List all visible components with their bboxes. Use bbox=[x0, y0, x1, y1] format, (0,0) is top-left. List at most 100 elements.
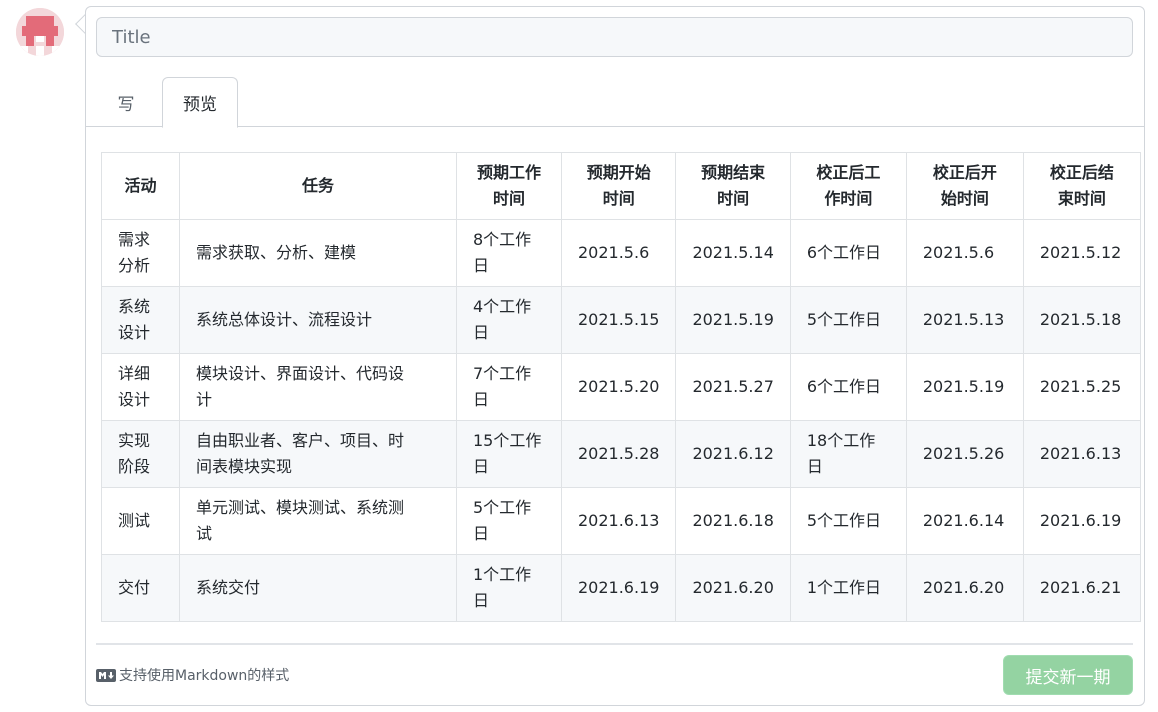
cell-text: 2021.5.25 bbox=[1039, 377, 1122, 396]
cell-corrected-duration: 5个工作日 bbox=[789, 286, 907, 354]
cell-text: 2021.6.20 bbox=[692, 578, 774, 597]
schedule-table: 活动 任务 预期工作时间 预期开始时间 预期结束 时间 校正后工 作时间 校正后开始… bbox=[101, 152, 1141, 622]
table-row: 需求 分析 需求获取、分析、建模 8个工作日 2021.5.6 2021.5.14 6个工作… bbox=[101, 219, 1141, 287]
cell-text: 系统 bbox=[118, 297, 151, 316]
cell-text: 2021.5.14 bbox=[692, 243, 774, 262]
cell-task: 自由职业者、客户、项目、时 间表模块实现 bbox=[179, 420, 457, 488]
cell-task: 系统总体设计、流程设计 bbox=[179, 286, 457, 354]
header-text: 作时间 bbox=[824, 189, 873, 208]
cell-text: 6个工作日 bbox=[806, 377, 882, 396]
cell-text: 2021.6.20 bbox=[922, 578, 1005, 597]
avatar[interactable] bbox=[16, 8, 64, 56]
cell-text: 间表模块实现 bbox=[196, 457, 293, 476]
cell-expected-duration: 8个工作日 bbox=[456, 219, 562, 287]
footer-divider bbox=[96, 643, 1133, 645]
cell-text: 2021.6.19 bbox=[1039, 511, 1122, 530]
cell-text: 2021.6.19 bbox=[578, 578, 660, 597]
cell-activity: 交付 bbox=[101, 554, 180, 622]
cell-text: 系统交付 bbox=[196, 578, 261, 597]
cell-expected-start: 2021.6.13 bbox=[560, 487, 677, 555]
cell-text: 设计 bbox=[118, 323, 151, 342]
cell-text: 日 bbox=[473, 390, 490, 409]
tab-preview[interactable]: 预览 bbox=[162, 77, 238, 128]
markdown-icon bbox=[96, 668, 116, 682]
cell-text: 2021.5.28 bbox=[578, 444, 660, 463]
cell-text: 计 bbox=[196, 390, 213, 409]
cell-expected-duration: 4个工作日 bbox=[456, 286, 562, 354]
header-text: 预期工作 bbox=[476, 163, 541, 182]
cell-text: 2021.6.12 bbox=[692, 444, 774, 463]
column-header-expected-end: 预期结束 时间 bbox=[675, 152, 791, 220]
cell-corrected-duration: 1个工作日 bbox=[789, 554, 907, 622]
cell-text: 单元测试、模块测试、系统测 bbox=[196, 498, 405, 517]
cell-text: 日 bbox=[473, 524, 490, 543]
cell-expected-duration: 7个工作日 bbox=[456, 353, 562, 421]
cell-task: 系统交付 bbox=[179, 554, 457, 622]
table-row: 交付 系统交付 1个工作日 2021.6.19 2021.6.20 1个工作日 2021.6… bbox=[101, 554, 1141, 622]
cell-text: 7个工作 bbox=[473, 364, 532, 383]
header-text: 预期开始 bbox=[586, 163, 651, 182]
cell-corrected-end: 2021.5.25 bbox=[1022, 353, 1141, 421]
cell-activity: 实现 阶段 bbox=[101, 420, 180, 488]
cell-text: 4个工作 bbox=[473, 297, 532, 316]
column-header-corrected-duration: 校正后工 作时间 bbox=[789, 152, 907, 220]
cell-activity: 详细 设计 bbox=[101, 353, 180, 421]
cell-text: 2021.6.21 bbox=[1039, 578, 1122, 597]
cell-corrected-start: 2021.5.13 bbox=[905, 286, 1024, 354]
cell-corrected-end: 2021.6.21 bbox=[1022, 554, 1141, 622]
title-input[interactable] bbox=[96, 17, 1133, 57]
cell-text: 2021.5.18 bbox=[1039, 310, 1122, 329]
cell-expected-end: 2021.6.20 bbox=[675, 554, 791, 622]
comment-form: 写 预览 活动 任务 预期工作时间 预期开始时间 预期结束时间 校正后工作时间 … bbox=[85, 6, 1145, 706]
cell-text: 2021.5.15 bbox=[578, 310, 660, 329]
cell-corrected-start: 2021.5.26 bbox=[905, 420, 1024, 488]
cell-expected-start: 2021.5.28 bbox=[560, 420, 677, 488]
cell-task: 需求获取、分析、建模 bbox=[179, 219, 457, 287]
cell-expected-end: 2021.6.18 bbox=[675, 487, 791, 555]
cell-text: 需求获取、分析、建模 bbox=[196, 243, 357, 262]
header-text: 活动 bbox=[124, 176, 157, 195]
header-text: 任务 bbox=[301, 176, 334, 195]
cell-text: 阶段 bbox=[118, 457, 151, 476]
cell-activity: 系统 设计 bbox=[101, 286, 180, 354]
cell-task: 模块设计、界面设计、代码设计 bbox=[179, 353, 457, 421]
cell-text: 系统总体设计、流程设计 bbox=[196, 310, 373, 329]
markdown-note[interactable]: 支持使用Markdown的样式 bbox=[96, 665, 289, 685]
cell-text: 2021.5.19 bbox=[922, 377, 1005, 396]
header-text: 校正后开 bbox=[932, 163, 997, 182]
cell-text: 2021.5.26 bbox=[922, 444, 1005, 463]
table-row: 实现 阶段 自由职业者、客户、项目、时 间表模块实现 15个工作日 2021.5.28 20… bbox=[101, 420, 1141, 488]
cell-text: 日 bbox=[473, 591, 490, 610]
tab-write[interactable]: 写 bbox=[96, 77, 156, 128]
cell-corrected-start: 2021.5.6 bbox=[905, 219, 1024, 287]
cell-text: 5个工作日 bbox=[806, 310, 882, 329]
header-text: 时间 bbox=[717, 189, 750, 208]
cell-expected-duration: 5个工作日 bbox=[456, 487, 562, 555]
cell-corrected-start: 2021.6.20 bbox=[905, 554, 1024, 622]
cell-corrected-start: 2021.5.19 bbox=[905, 353, 1024, 421]
cell-task: 单元测试、模块测试、系统测试 bbox=[179, 487, 457, 555]
cell-text: 2021.5.12 bbox=[1039, 243, 1122, 262]
column-header-corrected-end: 校正后结 束时间 bbox=[1022, 152, 1141, 220]
cell-text: 交付 bbox=[118, 578, 151, 597]
cell-text: 8个工作 bbox=[473, 230, 532, 249]
cell-text: 日 bbox=[473, 323, 490, 342]
cell-text: 2021.5.20 bbox=[578, 377, 660, 396]
cell-text: 2021.5.19 bbox=[692, 310, 774, 329]
cell-corrected-end: 2021.6.19 bbox=[1022, 487, 1141, 555]
cell-text: 15个工作 bbox=[473, 431, 542, 450]
cell-text: 2021.6.18 bbox=[692, 511, 774, 530]
cell-corrected-duration: 18个工作日 bbox=[789, 420, 907, 488]
header-text: 始时间 bbox=[940, 189, 989, 208]
cell-text: 2021.5.13 bbox=[922, 310, 1005, 329]
cell-activity: 测试 bbox=[101, 487, 180, 555]
cell-text: 2021.6.14 bbox=[922, 511, 1005, 530]
identicon-avatar-icon bbox=[16, 8, 64, 56]
table-header-row: 活动 任务 预期工作时间 预期开始时间 预期结束 时间 校正后工 作时间 校正后开始… bbox=[101, 152, 1141, 220]
cell-expected-duration: 15个工作日 bbox=[456, 420, 562, 488]
cell-expected-start: 2021.5.20 bbox=[560, 353, 677, 421]
header-text: 束时间 bbox=[1057, 189, 1106, 208]
cell-expected-end: 2021.5.19 bbox=[675, 286, 791, 354]
submit-issue-button[interactable]: 提交新一期 bbox=[1003, 655, 1133, 695]
header-text: 时间 bbox=[602, 189, 635, 208]
